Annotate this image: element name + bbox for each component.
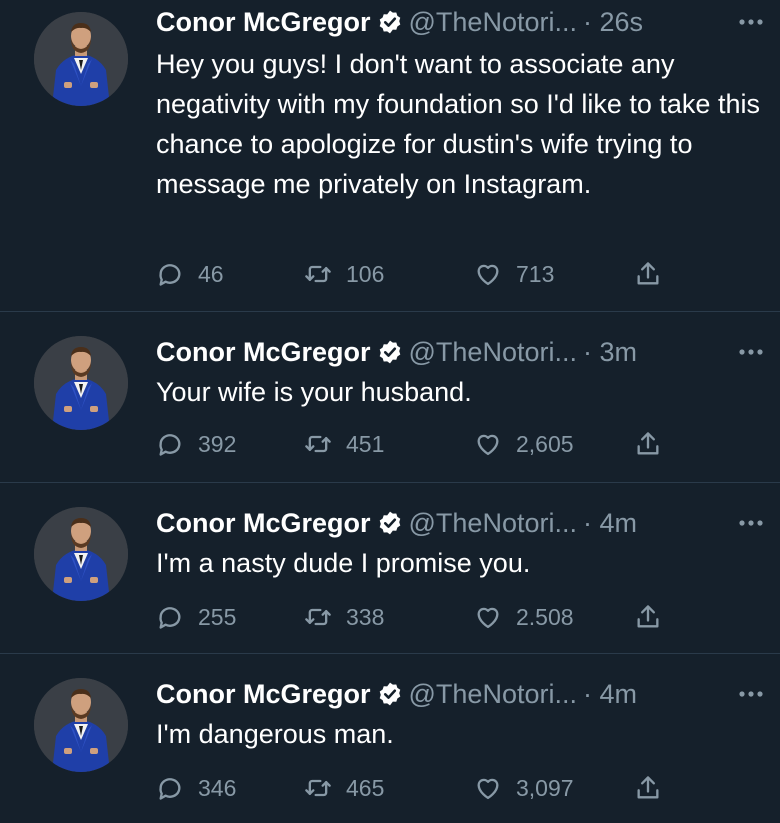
tweet[interactable]: Conor McGregor @TheNotori... · 4m I'm da…	[0, 654, 780, 823]
author-name[interactable]: Conor McGregor	[156, 679, 371, 710]
retweet-count: 106	[346, 260, 385, 287]
tweet[interactable]: Conor McGregor @TheNotori... · 4m I'm a …	[0, 483, 780, 654]
avatar[interactable]	[34, 678, 128, 772]
more-dots-icon[interactable]	[736, 332, 766, 372]
author-handle[interactable]: @TheNotori...	[409, 7, 577, 38]
reply-count: 46	[198, 260, 224, 287]
like-button[interactable]: 2.508	[474, 599, 574, 635]
more-dots-icon[interactable]	[736, 674, 766, 714]
retweet-arrows-icon	[304, 260, 332, 288]
author-handle[interactable]: @TheNotori...	[409, 508, 577, 539]
tweet-actions: 346 465 3,097	[156, 770, 696, 806]
heart-icon	[474, 430, 502, 458]
reply-count: 392	[198, 430, 237, 457]
retweet-button[interactable]: 106	[304, 256, 384, 292]
author-handle[interactable]: @TheNotori...	[409, 337, 577, 368]
like-count: 2,605	[516, 430, 574, 457]
reply-bubble-icon	[156, 430, 184, 458]
reply-bubble-icon	[156, 774, 184, 802]
tweet[interactable]: Conor McGregor @TheNotori... · 3m Your w…	[0, 312, 780, 483]
reply-bubble-icon	[156, 260, 184, 288]
tweet-header: Conor McGregor @TheNotori... · 4m	[156, 503, 637, 543]
share-upload-icon	[634, 774, 662, 802]
more-dots-icon[interactable]	[736, 2, 766, 42]
retweet-arrows-icon	[304, 603, 332, 631]
more-dots-icon[interactable]	[736, 503, 766, 543]
tweet-actions: 392 451 2,605	[156, 426, 696, 462]
share-button[interactable]	[634, 426, 662, 462]
reply-button[interactable]: 392	[156, 426, 236, 462]
heart-icon	[474, 260, 502, 288]
author-name[interactable]: Conor McGregor	[156, 7, 371, 38]
reply-count: 346	[198, 774, 237, 801]
reply-count: 255	[198, 603, 237, 630]
verified-badge-icon	[377, 339, 403, 365]
retweet-button[interactable]: 451	[304, 426, 384, 462]
reply-button[interactable]: 255	[156, 599, 236, 635]
reply-button[interactable]: 346	[156, 770, 236, 806]
avatar[interactable]	[34, 12, 128, 106]
tweet-header: Conor McGregor @TheNotori... · 4m	[156, 674, 637, 714]
author-handle[interactable]: @TheNotori...	[409, 679, 577, 710]
avatar[interactable]	[34, 336, 128, 430]
retweet-button[interactable]: 465	[304, 770, 384, 806]
like-count: 3,097	[516, 774, 574, 801]
tweet-feed: Conor McGregor @TheNotori... · 26s Hey y…	[0, 0, 780, 823]
author-name[interactable]: Conor McGregor	[156, 508, 371, 539]
share-button[interactable]	[634, 599, 662, 635]
tweet-text: I'm dangerous man.	[156, 719, 394, 749]
share-upload-icon	[634, 260, 662, 288]
retweet-arrows-icon	[304, 430, 332, 458]
tweet-timestamp[interactable]: · 3m	[583, 337, 637, 368]
tweet-header: Conor McGregor @TheNotori... · 3m	[156, 332, 637, 372]
tweet-timestamp[interactable]: · 4m	[583, 508, 637, 539]
share-upload-icon	[634, 603, 662, 631]
retweet-count: 451	[346, 430, 385, 457]
retweet-count: 465	[346, 774, 385, 801]
verified-badge-icon	[377, 510, 403, 536]
retweet-button[interactable]: 338	[304, 599, 384, 635]
heart-icon	[474, 603, 502, 631]
tweet-actions: 46 106 713	[156, 256, 696, 292]
like-button[interactable]: 713	[474, 256, 554, 292]
share-button[interactable]	[634, 770, 662, 806]
verified-badge-icon	[377, 9, 403, 35]
tweet-text: Your wife is your husband.	[156, 377, 472, 407]
tweet-timestamp[interactable]: · 26s	[583, 7, 643, 38]
tweet[interactable]: Conor McGregor @TheNotori... · 26s Hey y…	[0, 0, 780, 312]
like-count: 2.508	[516, 603, 574, 630]
share-upload-icon	[634, 430, 662, 458]
tweet-text: I'm a nasty dude I promise you.	[156, 548, 531, 578]
like-button[interactable]: 2,605	[474, 426, 574, 462]
tweet-header: Conor McGregor @TheNotori... · 26s	[156, 2, 643, 42]
verified-badge-icon	[377, 681, 403, 707]
tweet-text: Hey you guys! I don't want to associate …	[156, 49, 760, 199]
tweet-actions: 255 338 2.508	[156, 599, 696, 635]
avatar[interactable]	[34, 507, 128, 601]
reply-button[interactable]: 46	[156, 256, 224, 292]
heart-icon	[474, 774, 502, 802]
retweet-arrows-icon	[304, 774, 332, 802]
like-count: 713	[516, 260, 555, 287]
like-button[interactable]: 3,097	[474, 770, 574, 806]
reply-bubble-icon	[156, 603, 184, 631]
author-name[interactable]: Conor McGregor	[156, 337, 371, 368]
retweet-count: 338	[346, 603, 385, 630]
tweet-timestamp[interactable]: · 4m	[583, 679, 637, 710]
share-button[interactable]	[634, 256, 662, 292]
